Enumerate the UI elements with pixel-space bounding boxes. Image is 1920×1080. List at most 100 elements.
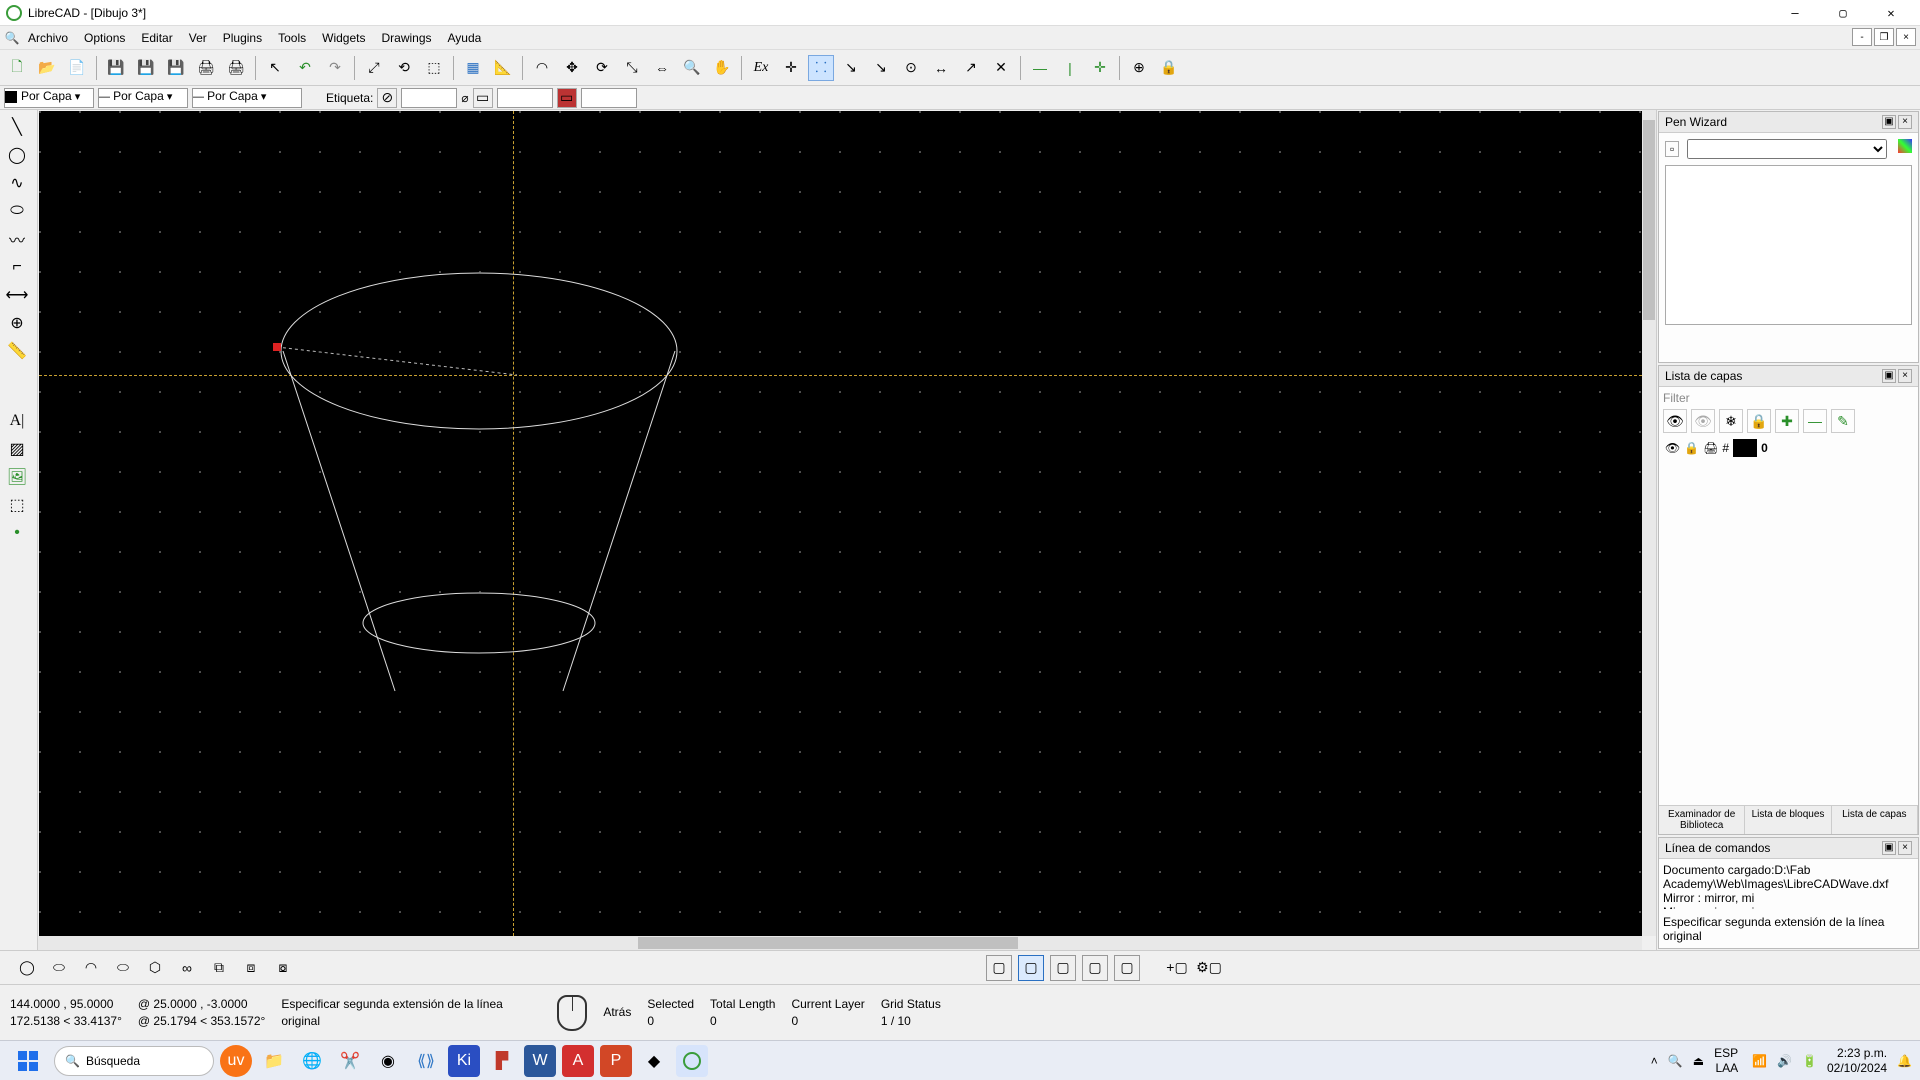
view-iso3-icon[interactable]: ▢	[1050, 955, 1076, 981]
diameter-toggle-icon[interactable]: ▭	[473, 88, 493, 108]
draft-link2-icon[interactable]: ⧉	[206, 955, 232, 981]
layer-freeze-icon[interactable]: ❄	[1719, 409, 1743, 433]
tray-usb-icon[interactable]: ⏏	[1693, 1054, 1704, 1068]
point-tool-icon[interactable]: •	[2, 520, 32, 546]
mdi-minimize-button[interactable]: -	[1852, 28, 1872, 46]
drawing-canvas[interactable]	[39, 111, 1642, 936]
text-tool-icon[interactable]: A|	[2, 408, 32, 434]
mdi-restore-button[interactable]: ❐	[1874, 28, 1894, 46]
layer-filter-label[interactable]: Filter	[1663, 391, 1914, 405]
polyline-tool-icon[interactable]: ⌐	[2, 254, 32, 280]
label-clear-icon[interactable]: ⊘	[377, 88, 397, 108]
zoom-tool-icon[interactable]: 🔍	[679, 55, 705, 81]
snap-grid-icon[interactable]: ⸬	[808, 55, 834, 81]
layer-lock-state-icon[interactable]: 🔒	[1684, 441, 1699, 455]
snap-endpoint-icon[interactable]: ↘	[838, 55, 864, 81]
pen-add-button[interactable]: ▫	[1665, 141, 1679, 157]
pan-tool-icon[interactable]: ✋	[709, 55, 735, 81]
linewidth-selector[interactable]: — Por Capa ▾	[192, 88, 302, 108]
snap-free-icon[interactable]: ✛	[778, 55, 804, 81]
menu-plugins[interactable]: Plugins	[215, 29, 270, 47]
tab-block-list[interactable]: Lista de bloques	[1745, 806, 1831, 834]
task-icon-librecad[interactable]	[676, 1045, 708, 1077]
lock-relative-zero-icon[interactable]: 🔒	[1156, 55, 1182, 81]
view-iso2-icon[interactable]: ▢	[1018, 955, 1044, 981]
panel-undock-button[interactable]: ▣	[1882, 369, 1896, 383]
move-tool-icon[interactable]: ✥	[559, 55, 585, 81]
snap-intersection-icon[interactable]: ✕	[988, 55, 1014, 81]
zoom-extents-icon[interactable]: ⤢	[361, 55, 387, 81]
draft-ellipse-icon[interactable]: ⬭	[46, 955, 72, 981]
layer-remove-icon[interactable]: —	[1803, 409, 1827, 433]
spline-tool-icon[interactable]: 〰	[2, 226, 32, 252]
task-icon-word[interactable]: W	[524, 1045, 556, 1077]
draft-circle-icon[interactable]: ◯	[14, 955, 40, 981]
open-file-icon[interactable]: 📂	[34, 55, 60, 81]
pen-color-icon[interactable]	[1898, 139, 1912, 153]
label-input[interactable]	[401, 88, 457, 108]
vertical-scrollbar[interactable]	[1642, 110, 1656, 936]
view-iso5-icon[interactable]: ▢	[1114, 955, 1140, 981]
linetype-selector[interactable]: — Por Capa ▾	[98, 88, 188, 108]
dimension-tool-icon[interactable]: ⟷	[2, 282, 32, 308]
draft-link3-icon[interactable]: ⧈	[238, 955, 264, 981]
command-prompt[interactable]: Especificar segunda extensión de la líne…	[1663, 915, 1914, 943]
layer-row-0[interactable]: 👁 🔒 🖨 # 0	[1663, 437, 1914, 459]
start-button[interactable]	[8, 1045, 48, 1077]
tray-volume-icon[interactable]: 🔊	[1777, 1054, 1792, 1068]
layer-hide-all-icon[interactable]: 👁	[1691, 409, 1715, 433]
menu-ver[interactable]: Ver	[181, 29, 215, 47]
tray-time[interactable]: 2:23 p.m.	[1827, 1046, 1887, 1060]
tray-lang1[interactable]: ESP	[1714, 1046, 1738, 1060]
pen-wizard-list[interactable]	[1665, 165, 1912, 325]
task-icon-app1[interactable]: ▛	[486, 1045, 518, 1077]
tray-lang2[interactable]: LAA	[1714, 1061, 1738, 1075]
diameter-input[interactable]	[497, 88, 553, 108]
line-tool-icon[interactable]: ╲	[2, 114, 32, 140]
modify-tool-icon[interactable]: ⊕	[2, 310, 32, 336]
horizontal-scrollbar[interactable]	[38, 936, 1642, 950]
circle-tool-icon[interactable]: ◯	[2, 142, 32, 168]
menu-archivo[interactable]: Archivo	[20, 29, 76, 47]
task-icon-powerpoint[interactable]: P	[600, 1045, 632, 1077]
menu-editar[interactable]: Editar	[133, 29, 180, 47]
tray-wifi-icon[interactable]: 📶	[1752, 1054, 1767, 1068]
menu-ayuda[interactable]: Ayuda	[440, 29, 490, 47]
measure-tool-icon[interactable]: 📏	[2, 338, 32, 364]
tray-search-icon[interactable]: 🔍	[1668, 1054, 1683, 1068]
layer-construction-icon[interactable]: #	[1722, 441, 1729, 455]
pen-wizard-dropdown[interactable]	[1687, 139, 1887, 159]
task-icon-1[interactable]: uv	[220, 1045, 252, 1077]
panel-close-button[interactable]: ×	[1898, 115, 1912, 129]
ortho-toggle-icon[interactable]: 📐	[490, 55, 516, 81]
menu-drawings[interactable]: Drawings	[373, 29, 439, 47]
layer-edit-icon[interactable]: ✎	[1831, 409, 1855, 433]
block-tool-icon[interactable]: ⬚	[2, 492, 32, 518]
snap-center-icon[interactable]: ⊙	[898, 55, 924, 81]
save-icon[interactable]: 💾	[103, 55, 129, 81]
save-as-icon[interactable]: 💾	[133, 55, 159, 81]
layer-print-icon[interactable]: 🖨	[1703, 441, 1718, 455]
print-icon[interactable]: 🖨	[193, 55, 219, 81]
arc-tool-icon[interactable]: ◠	[529, 55, 555, 81]
draft-link4-icon[interactable]: ⧇	[270, 955, 296, 981]
style-toggle-icon[interactable]: ▭	[557, 88, 577, 108]
restrict-vertical-icon[interactable]: |	[1057, 55, 1083, 81]
snap-onentity-icon[interactable]: ↘	[868, 55, 894, 81]
view-iso1-icon[interactable]: ▢	[986, 955, 1012, 981]
panel-undock-button[interactable]: ▣	[1882, 841, 1896, 855]
new-file-icon[interactable]: 🗋	[4, 55, 30, 81]
rotate-tool-icon[interactable]: ⟳	[589, 55, 615, 81]
layer-color-swatch[interactable]	[1733, 439, 1757, 457]
task-icon-chrome[interactable]: 🌐	[296, 1045, 328, 1077]
relative-zero-icon[interactable]: ⊕	[1126, 55, 1152, 81]
add-view-icon[interactable]: +▢	[1164, 955, 1190, 981]
task-icon-snip[interactable]: ✂️	[334, 1045, 366, 1077]
panel-close-button[interactable]: ×	[1898, 841, 1912, 855]
menu-search-icon[interactable]: 🔍	[4, 31, 20, 45]
tray-battery-icon[interactable]: 🔋	[1802, 1054, 1817, 1068]
menu-tools[interactable]: Tools	[270, 29, 314, 47]
curve-tool-icon[interactable]: ∿	[2, 170, 32, 196]
draft-rounded-icon[interactable]: ⬭	[110, 955, 136, 981]
ellipse-tool-icon[interactable]: ⬭	[2, 198, 32, 224]
